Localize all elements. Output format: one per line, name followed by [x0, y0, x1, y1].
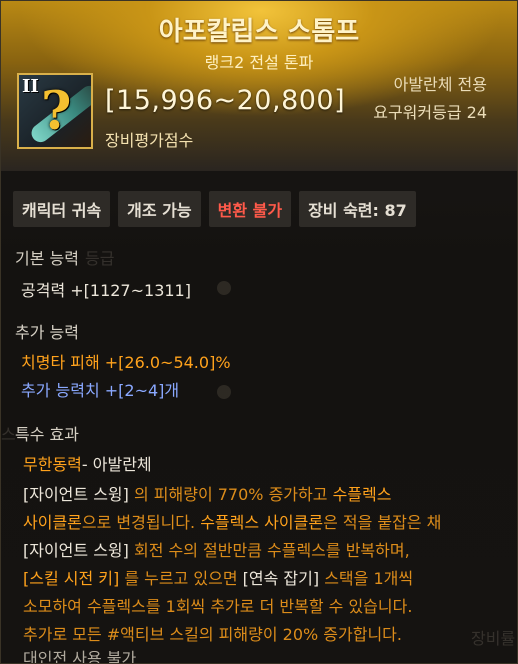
- effect-line: [자이언트 스윙] 회전 수의 절반만큼 수플렉스를 반복하며,: [23, 537, 410, 561]
- basic-section-title: 기본 능력: [15, 249, 79, 268]
- effect-name: 무한동력: [23, 455, 82, 474]
- background-dot-icon: [217, 385, 231, 399]
- effect-line: [스킬 시전 키] 를 누르고 있으면 [연속 잡기] 스택을 1개씩: [23, 565, 413, 589]
- extra-section-title: 추가 능력: [15, 323, 79, 342]
- special-section-title: 특수 효과: [15, 425, 79, 444]
- background-ghost-text: 스: [1, 425, 16, 444]
- badge-bound: 캐릭터 귀속: [13, 191, 111, 227]
- stat-crit-damage: 치명타 피해 +[26.0~54.0]%: [21, 353, 231, 372]
- badge-modifiable: 개조 가능: [118, 191, 201, 227]
- effect-text: 스택을 1개씩: [324, 569, 414, 588]
- effect-key-ref: [스킬 시전 키]: [23, 569, 125, 588]
- effect-text: 으로 변경됩니다.: [81, 513, 201, 532]
- effect-skill-ref: [자이언트 스윙]: [23, 485, 134, 504]
- item-requirements: 아발란체 전용 요구워커등급 24: [373, 71, 487, 127]
- item-name: 아포칼립스 스톰프: [158, 17, 360, 47]
- effect-highlight: 사이클론: [23, 513, 82, 532]
- effect-text: 의 피해량이 770% 증가하고: [133, 485, 333, 504]
- effect-text: 추가로 모든 #액티브 스킬의 피해량이 20% 증가합니다.: [23, 625, 402, 644]
- effect-text: 은 적을 붙잡은 채: [323, 513, 442, 532]
- effect-line: 사이클론으로 변경됩니다. 수플렉스 사이클론은 적을 붙잡은 채: [23, 509, 441, 533]
- item-score-label: 장비평가점수: [105, 131, 194, 150]
- background-ghost-text: 등급: [85, 249, 115, 268]
- item-score: [15,996~20,800]: [105, 85, 346, 116]
- effect-text: 를 누르고 있으면: [124, 569, 243, 588]
- badge-mastery: 장비 숙련: 87: [299, 191, 416, 227]
- item-icon: ? II: [17, 73, 93, 149]
- effect-text: 회전 수의 절반만큼 수플렉스를 반복하며,: [133, 541, 410, 560]
- effect-name-line: 무한동력- 아발란체: [23, 451, 152, 475]
- item-tier: II: [22, 76, 39, 97]
- unknown-question-icon: ?: [41, 81, 72, 142]
- background-ghost-text: 장비률: [471, 629, 516, 648]
- effect-line: [자이언트 스윙] 의 피해량이 770% 증가하고 수플렉스: [23, 481, 391, 505]
- effect-skill-ref: [연속 잡기]: [242, 569, 325, 588]
- item-tooltip: 아포칼립스 스톰프 랭크2 전설 톤파 ? II [15,996~20,800]…: [0, 0, 518, 664]
- effect-line: 추가로 모든 #액티브 스킬의 피해량이 20% 증가합니다.: [23, 621, 402, 645]
- effect-class: - 아발란체: [81, 455, 152, 474]
- effect-skill-ref: [자이언트 스윙]: [23, 541, 134, 560]
- required-level: 요구워커등급 24: [373, 103, 487, 122]
- effect-pvp-note: 대인전 사용 불가: [23, 649, 137, 664]
- item-badges: 캐릭터 귀속 개조 가능 변환 불가 장비 숙련: 87: [13, 191, 416, 227]
- effect-text: 소모하여 수플렉스를 1회씩 추가로 더 반복할 수 있습니다.: [23, 597, 413, 616]
- effect-highlight: 수플렉스: [332, 485, 392, 504]
- stat-attack: 공격력 +[1127~1311]: [21, 281, 191, 300]
- item-rank: 랭크2 전설 톤파: [204, 53, 314, 72]
- badge-no-convert: 변환 불가: [208, 191, 292, 227]
- background-dot-icon: [217, 281, 231, 295]
- class-restriction: 아발란체 전용: [393, 75, 487, 94]
- effect-highlight: 수플렉스 사이클론: [200, 513, 324, 532]
- tooltip-header: 아포칼립스 스톰프 랭크2 전설 톤파 ? II [15,996~20,800]…: [1, 1, 517, 171]
- effect-line: 소모하여 수플렉스를 1회씩 추가로 더 반복할 수 있습니다.: [23, 593, 412, 617]
- stat-extra-count: 추가 능력치 +[2~4]개: [21, 381, 180, 400]
